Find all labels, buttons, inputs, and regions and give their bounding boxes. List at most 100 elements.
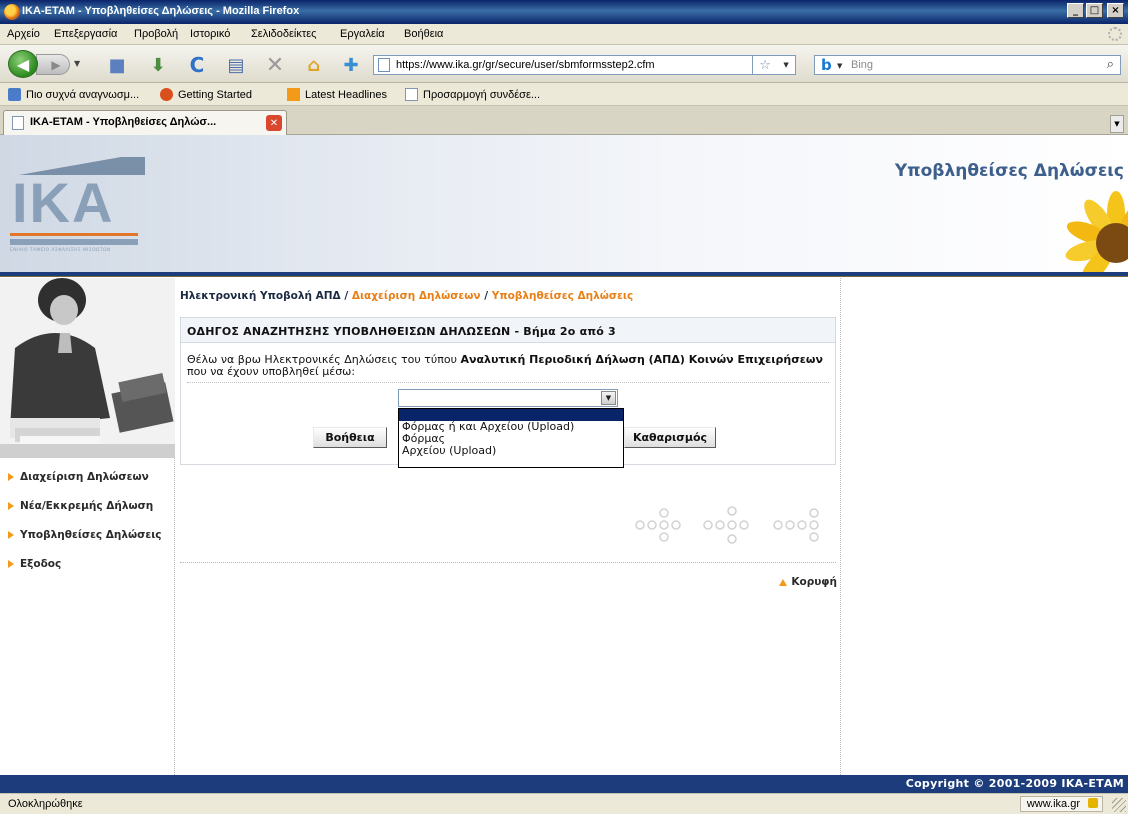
forward-icon: ▶ xyxy=(51,57,61,72)
divider xyxy=(180,562,836,563)
bookmark-label: Getting Started xyxy=(178,88,252,101)
sunflower-image xyxy=(1065,191,1128,275)
site-footer: Copyright © 2001-2009 ΙΚΑ-ΕΤΑΜ xyxy=(0,775,1128,793)
ika-logo[interactable]: ΙΚΑ xyxy=(12,175,114,231)
minimize-button[interactable]: _ xyxy=(1067,3,1084,18)
url-text: https://www.ika.gr/gr/secure/user/sbmfor… xyxy=(396,59,655,71)
copyright-text: Copyright © 2001-2009 ΙΚΑ-ΕΤΑΜ xyxy=(905,777,1124,790)
main-content: Ηλεκτρονική Υποβολή ΑΠΔ / Διαχείριση Δηλ… xyxy=(176,278,840,793)
clear-button[interactable]: Καθαρισμός xyxy=(624,427,716,448)
menu-bar: Αρχείο Επεξεργασία Προβολή Ιστορικό Σελι… xyxy=(0,24,1128,45)
back-button[interactable]: ◀ xyxy=(8,50,38,78)
status-text: Ολοκληρώθηκε xyxy=(8,798,83,810)
bookmarks-toolbar: Πιο συχνά αναγνωσμ... Getting Started La… xyxy=(0,83,1128,106)
bookmark-most-visited[interactable]: Πιο συχνά αναγνωσμ... xyxy=(8,88,139,101)
search-icon[interactable]: ⌕ xyxy=(1107,57,1114,72)
print-icon[interactable]: ▤ xyxy=(225,54,247,76)
firefox-icon xyxy=(4,4,20,20)
url-bar[interactable]: https://www.ika.gr/gr/secure/user/sbmfor… xyxy=(373,55,753,75)
url-actions: ☆ ▼ xyxy=(753,55,796,75)
bookmark-latest-headlines[interactable]: Latest Headlines xyxy=(287,88,387,101)
tab-label: ΙΚΑ-ΕΤΑΜ - Υποβληθείσες Δηλώσ... xyxy=(30,116,217,128)
menu-bookmarks[interactable]: Σελιδοδείκτες xyxy=(251,28,316,40)
close-tab-icon[interactable]: ✕ xyxy=(266,115,282,131)
menu-file[interactable]: Αρχείο xyxy=(7,28,40,40)
close-window-button[interactable]: × xyxy=(1107,3,1124,18)
logo-stripe xyxy=(10,233,138,236)
sidebar-item-label: Διαχείριση Δηλώσεων xyxy=(20,471,149,483)
sidebar-item-exit[interactable]: Εξοδος xyxy=(8,558,173,571)
sidebar-item-manage-declarations[interactable]: Διαχείριση Δηλώσεων xyxy=(8,471,173,484)
history-dropdown-icon[interactable]: ▼ xyxy=(74,59,80,68)
stop-icon[interactable]: ✕ xyxy=(264,53,286,78)
breadcrumb-link-manage[interactable]: Διαχείριση Δηλώσεων xyxy=(352,290,481,302)
help-button[interactable]: Βοήθεια xyxy=(313,427,387,448)
breadcrumb-separator: / xyxy=(344,290,349,302)
chevron-down-icon[interactable]: ▼ xyxy=(601,391,616,405)
window-titlebar[interactable]: ΙΚΑ-ΕΤΑΜ - Υποβληθείσες Δηλώσεις - Mozil… xyxy=(0,0,1128,24)
menu-tools[interactable]: Εργαλεία xyxy=(340,28,385,40)
download-icon[interactable]: ⬇ xyxy=(147,54,169,76)
forward-button[interactable]: ▶ xyxy=(36,54,70,75)
breadcrumb-separator: / xyxy=(484,290,489,302)
maximize-button[interactable]: □ xyxy=(1086,3,1103,18)
window-title: ΙΚΑ-ΕΤΑΜ - Υποβληθείσες Δηλώσεις - Mozil… xyxy=(22,5,300,17)
right-column xyxy=(840,278,1128,793)
header-rule xyxy=(0,272,1128,277)
bookmark-icon[interactable]: ■ xyxy=(106,54,128,76)
option-upload[interactable]: Αρχείου (Upload) xyxy=(399,445,623,457)
breadcrumb: Ηλεκτρονική Υποβολή ΑΠΔ / Διαχείριση Δηλ… xyxy=(180,290,633,302)
search-placeholder: Bing xyxy=(851,59,874,71)
logo-subtitle: ΕΝΙΑΙΟ ΤΑΜΕΙΟ ΑΣΦΑΛΙΣΗΣ ΜΙΣΘΩΤΩΝ xyxy=(10,248,111,253)
arrow-right-icon xyxy=(8,473,14,481)
arrow-up-icon xyxy=(779,578,788,586)
window-controls: _ □ × xyxy=(1067,3,1124,18)
menu-help[interactable]: Βοήθεια xyxy=(404,28,443,40)
reload-icon[interactable]: C xyxy=(186,53,208,77)
bookmark-label: Προσαρμογή συνδέσε... xyxy=(423,88,541,101)
menu-view[interactable]: Προβολή xyxy=(134,28,178,40)
sidebar-item-new-pending[interactable]: Νέα/Εκκρεμής Δήλωση xyxy=(8,500,173,513)
office-worker-photo xyxy=(0,278,175,458)
menu-edit[interactable]: Επεξεργασία xyxy=(54,28,117,40)
wizard-description: Θέλω να βρω Ηλεκτρονικές Δηλώσεις του τύ… xyxy=(187,354,829,378)
arrow-right-icon xyxy=(8,502,14,510)
home-icon[interactable]: ⌂ xyxy=(303,54,325,76)
page-title: Υποβληθείσες Δηλώσεις xyxy=(894,161,1124,181)
panel-header: ΟΔΗΓΟΣ ΑΝΑΖΗΤΗΣΗΣ ΥΠΟΒΛΗΘΕΙΣΩΝ ΔΗΛΩΣΕΩΝ … xyxy=(181,318,835,343)
resize-grip-icon[interactable] xyxy=(1112,798,1126,812)
bing-icon[interactable]: b xyxy=(821,56,832,74)
back-icon: ◀ xyxy=(16,54,30,74)
sidebar-item-label: Υποβληθείσες Δηλώσεις xyxy=(20,529,162,541)
bookmark-label: Πιο συχνά αναγνωσμ... xyxy=(26,88,140,101)
lock-icon[interactable] xyxy=(1088,798,1098,808)
sidebar-item-label: Εξοδος xyxy=(20,558,62,570)
decorative-dots xyxy=(635,506,819,544)
bookmark-customize-links[interactable]: Προσαρμογή συνδέσε... xyxy=(405,88,540,101)
throbber-icon xyxy=(1108,27,1122,41)
declaration-type: Αναλυτική Περιοδική Δήλωση (ΑΠΔ) Κοινών … xyxy=(460,353,823,366)
breadcrumb-root: Ηλεκτρονική Υποβολή ΑΠΔ xyxy=(180,290,341,302)
page-viewport: ΙΚΑ ΕΝΙΑΙΟ ΤΑΜΕΙΟ ΑΣΦΑΛΙΣΗΣ ΜΙΣΘΩΤΩΝ Υπο… xyxy=(0,135,1128,793)
tab-bar: ΙΚΑ-ΕΤΑΜ - Υποβληθείσες Δηλώσ... ✕ ▼ xyxy=(0,106,1128,135)
status-bar: Ολοκληρώθηκε www.ika.gr xyxy=(0,793,1128,814)
menu-history[interactable]: Ιστορικό xyxy=(190,28,230,40)
all-tabs-dropdown-icon[interactable]: ▼ xyxy=(1110,115,1124,133)
back-to-top-link[interactable]: Κορυφή xyxy=(779,576,837,588)
panel-heading: ΟΔΗΓΟΣ ΑΝΑΖΗΤΗΣΗΣ ΥΠΟΒΛΗΘΕΙΣΩΝ ΔΗΛΩΣΕΩΝ … xyxy=(187,325,616,338)
arrow-right-icon xyxy=(8,531,14,539)
navigation-toolbar: ▶ ◀ ▼ ■ ⬇ C ▤ ✕ ⌂ ✚ https://www.ika.gr/g… xyxy=(0,45,1128,83)
search-engine-dropdown-icon[interactable]: ▼ xyxy=(837,62,842,70)
tab-ika[interactable]: ΙΚΑ-ΕΤΑΜ - Υποβληθείσες Δηλώσ... ✕ xyxy=(3,110,287,135)
arrow-right-icon xyxy=(8,560,14,568)
left-sidebar: Διαχείριση Δηλώσεων Νέα/Εκκρεμής Δήλωση … xyxy=(0,278,175,793)
search-box[interactable]: b ▼ Bing ⌕ xyxy=(814,55,1121,75)
bookmark-getting-started[interactable]: Getting Started xyxy=(160,88,252,101)
url-dropdown-icon[interactable]: ▼ xyxy=(783,61,788,69)
addon-icon[interactable]: ✚ xyxy=(340,54,362,76)
submission-method-select[interactable]: ▼ xyxy=(398,389,618,407)
breadcrumb-current[interactable]: Υποβληθείσες Δηλώσεις xyxy=(492,290,634,302)
star-icon[interactable]: ☆ xyxy=(759,58,771,73)
divider xyxy=(187,382,829,383)
sidebar-item-submitted[interactable]: Υποβληθείσες Δηλώσεις xyxy=(8,529,173,542)
